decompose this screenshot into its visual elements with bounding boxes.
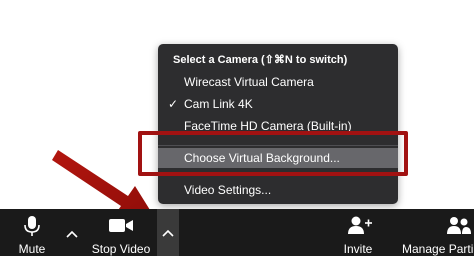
stop-video-label: Stop Video bbox=[91, 242, 151, 256]
microphone-icon bbox=[24, 216, 40, 236]
menu-item-label: Cam Link 4K bbox=[184, 97, 253, 111]
menu-item-wirecast[interactable]: Wirecast Virtual Camera bbox=[158, 72, 398, 92]
chevron-up-icon bbox=[66, 230, 78, 238]
checkmark-icon: ✓ bbox=[168, 97, 179, 111]
mute-button[interactable]: Mute bbox=[12, 209, 52, 256]
mute-label: Mute bbox=[18, 242, 46, 256]
menu-item-label: Video Settings... bbox=[184, 183, 272, 197]
chevron-up-icon bbox=[162, 229, 174, 237]
invite-label: Invite bbox=[343, 242, 373, 256]
menu-heading: Select a Camera (⇧⌘N to switch) bbox=[173, 54, 348, 66]
manage-participants-button[interactable]: Manage Parti bbox=[402, 209, 474, 256]
add-person-icon bbox=[348, 216, 372, 234]
invite-button[interactable]: Invite bbox=[336, 209, 380, 256]
menu-item-video-settings[interactable]: Video Settings... bbox=[158, 180, 398, 200]
stop-video-button[interactable]: Stop Video bbox=[88, 209, 154, 256]
manage-participants-label: Manage Parti bbox=[402, 242, 474, 256]
meeting-toolbar: Mute Stop Video Invite Manage Parti bbox=[0, 209, 474, 256]
video-camera-icon bbox=[109, 219, 133, 232]
menu-item-label: Wirecast Virtual Camera bbox=[184, 75, 314, 89]
menu-item-cam-link-4k[interactable]: ✓ Cam Link 4K bbox=[158, 94, 398, 114]
camera-menu: Select a Camera (⇧⌘N to switch) Wirecast… bbox=[158, 44, 398, 204]
highlight-annotation-box bbox=[138, 131, 408, 176]
audio-options-caret[interactable] bbox=[63, 225, 81, 243]
people-icon bbox=[447, 217, 471, 234]
video-options-caret[interactable] bbox=[157, 209, 179, 256]
